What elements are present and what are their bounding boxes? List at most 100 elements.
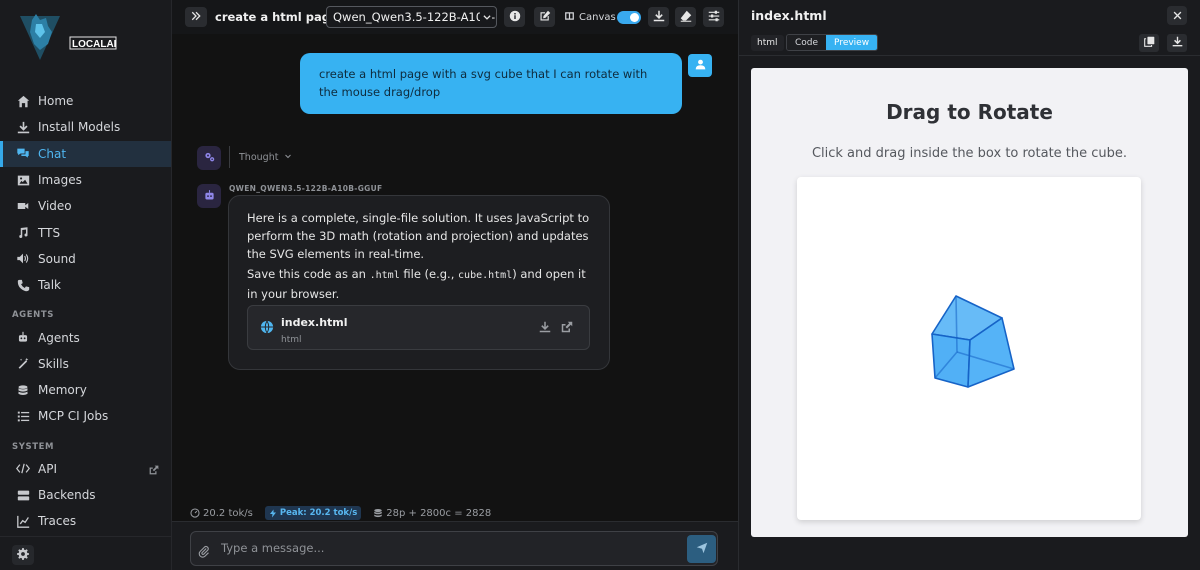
- sidebar-item-api[interactable]: API: [0, 456, 171, 482]
- robot-icon: [203, 189, 216, 204]
- sidebar-item-skills[interactable]: Skills: [0, 351, 171, 377]
- assistant-message: Here is a complete, single-file solution…: [228, 195, 610, 370]
- code-icon: [16, 462, 30, 476]
- copy-icon: [1143, 36, 1155, 50]
- message-input-box: [190, 531, 718, 566]
- message-input[interactable]: [221, 538, 681, 558]
- close-canvas-button[interactable]: [1167, 6, 1187, 25]
- send-icon: [696, 542, 708, 557]
- chat-settings-button[interactable]: [703, 7, 724, 27]
- sidebar-item-label: Backends: [38, 488, 96, 502]
- close-icon: [1173, 9, 1182, 23]
- sidebar-item-backends[interactable]: Backends: [0, 482, 171, 508]
- copy-code-button[interactable]: [1139, 34, 1159, 52]
- sidebar-item-label: Sound: [38, 251, 76, 266]
- settings-button[interactable]: [12, 545, 34, 565]
- sidebar-item-chat[interactable]: Chat: [0, 140, 171, 168]
- peak-speed-badge: Peak: 20.2 tok/s: [264, 506, 362, 520]
- sidebar-item-label: Skills: [38, 356, 69, 371]
- sidebar-item-traces[interactable]: Traces: [0, 508, 171, 534]
- image-icon: [16, 173, 30, 187]
- sidebar-item-video[interactable]: Video: [0, 193, 171, 219]
- cube[interactable]: [931, 295, 1015, 388]
- file-artifact-card[interactable]: index.html html: [247, 305, 590, 350]
- sidebar-item-label: Chat: [38, 146, 67, 161]
- open-in-canvas-icon[interactable]: [561, 320, 573, 338]
- canvas-toggle[interactable]: [617, 11, 641, 24]
- download-file-icon[interactable]: [539, 320, 551, 338]
- assistant-paragraph-save: Save this code as an .html file (e.g., c…: [247, 267, 586, 301]
- sliders-icon: [708, 10, 720, 25]
- chart-icon: [16, 514, 30, 528]
- edit-chat-button[interactable]: [534, 7, 555, 27]
- gears-icon: [203, 151, 216, 166]
- tab-preview[interactable]: Preview: [826, 35, 878, 50]
- sidebar-footer: [0, 536, 171, 570]
- info-icon: [509, 10, 521, 25]
- thought-toggle[interactable]: Thought: [229, 146, 292, 168]
- file-name: index.html: [281, 316, 348, 329]
- user-message: create a html page with a svg cube that …: [300, 53, 682, 114]
- user-avatar: [688, 54, 712, 77]
- wand-icon: [16, 357, 30, 371]
- gear-icon: [17, 547, 29, 563]
- model-info-button[interactable]: [504, 7, 525, 27]
- columns-icon: [564, 11, 575, 24]
- thought-label: Thought: [239, 151, 279, 163]
- sidebar-item-tts[interactable]: TTS: [0, 219, 171, 245]
- eraser-icon: [680, 10, 692, 25]
- section-heading-agents: AGENTS: [12, 310, 54, 321]
- cube-svg[interactable]: [797, 177, 1141, 520]
- canvas-tabs-bar: html Code Preview: [739, 32, 1200, 56]
- composer: [172, 521, 738, 570]
- download-icon: [16, 120, 30, 134]
- sidebar-item-install-models[interactable]: Install Models: [0, 114, 171, 140]
- sidebar-item-label: Video: [38, 199, 72, 214]
- double-chevron-right-icon: [191, 10, 201, 24]
- localai-logo[interactable]: LOCALAI: [18, 10, 118, 66]
- sidebar-item-images[interactable]: Images: [0, 167, 171, 193]
- sidebar: LOCALAI Home Install Models Chat Images …: [0, 0, 172, 570]
- sidebar-item-label: Traces: [38, 514, 77, 529]
- download-icon: [1172, 36, 1183, 50]
- cube-drag-area[interactable]: [797, 177, 1141, 520]
- send-button[interactable]: [687, 535, 716, 563]
- section-heading-system: SYSTEM: [12, 441, 55, 452]
- coins-icon: [374, 508, 383, 518]
- chat-toolbar: create a html page... Qwen_Qwen3.5-122B-…: [172, 0, 738, 34]
- tab-code[interactable]: Code: [787, 35, 827, 50]
- expand-sidebar-button[interactable]: [185, 7, 207, 27]
- sidebar-item-mcp-ci-jobs[interactable]: MCP CI Jobs: [0, 403, 171, 429]
- thought-avatar: [197, 146, 221, 170]
- preview-subtitle: Click and drag inside the box to rotate …: [811, 146, 1128, 161]
- cube-face-front: [931, 333, 971, 388]
- sidebar-item-sound[interactable]: Sound: [0, 246, 171, 272]
- sidebar-item-label: Home: [38, 94, 74, 109]
- sidebar-item-label: Agents: [38, 330, 80, 345]
- external-link-icon: [149, 464, 159, 478]
- sidebar-item-home[interactable]: Home: [0, 88, 171, 114]
- sidebar-item-label: API: [38, 461, 57, 476]
- list-icon: [16, 409, 30, 423]
- language-badge: html: [751, 35, 784, 51]
- chat-area: create a html page... Qwen_Qwen3.5-122B-…: [172, 0, 738, 570]
- token-count-stat: 28p + 2800c = 2828: [373, 508, 491, 519]
- brand-name: LOCALAI: [72, 39, 117, 50]
- clear-chat-button[interactable]: [675, 7, 696, 27]
- download-chat-button[interactable]: [648, 7, 669, 27]
- sidebar-item-talk[interactable]: Talk: [0, 272, 171, 298]
- canvas-toggle-label: Canvas: [564, 11, 616, 24]
- server-icon: [16, 488, 30, 502]
- sidebar-item-label: Talk: [38, 278, 61, 293]
- speaker-icon: [16, 252, 30, 266]
- model-select[interactable]: Qwen_Qwen3.5-122B-A10B-G: [326, 6, 497, 28]
- edit-icon: [539, 10, 551, 25]
- download-code-button[interactable]: [1167, 34, 1187, 52]
- sidebar-item-memory[interactable]: Memory: [0, 377, 171, 403]
- sidebar-item-label: Memory: [38, 383, 87, 398]
- paperclip-icon[interactable]: [198, 545, 210, 561]
- download-icon: [653, 10, 665, 25]
- sidebar-item-agents[interactable]: Agents: [0, 324, 171, 350]
- sidebar-item-label: Install Models: [38, 120, 121, 135]
- html-preview: Drag to Rotate Click and drag inside the…: [751, 68, 1188, 537]
